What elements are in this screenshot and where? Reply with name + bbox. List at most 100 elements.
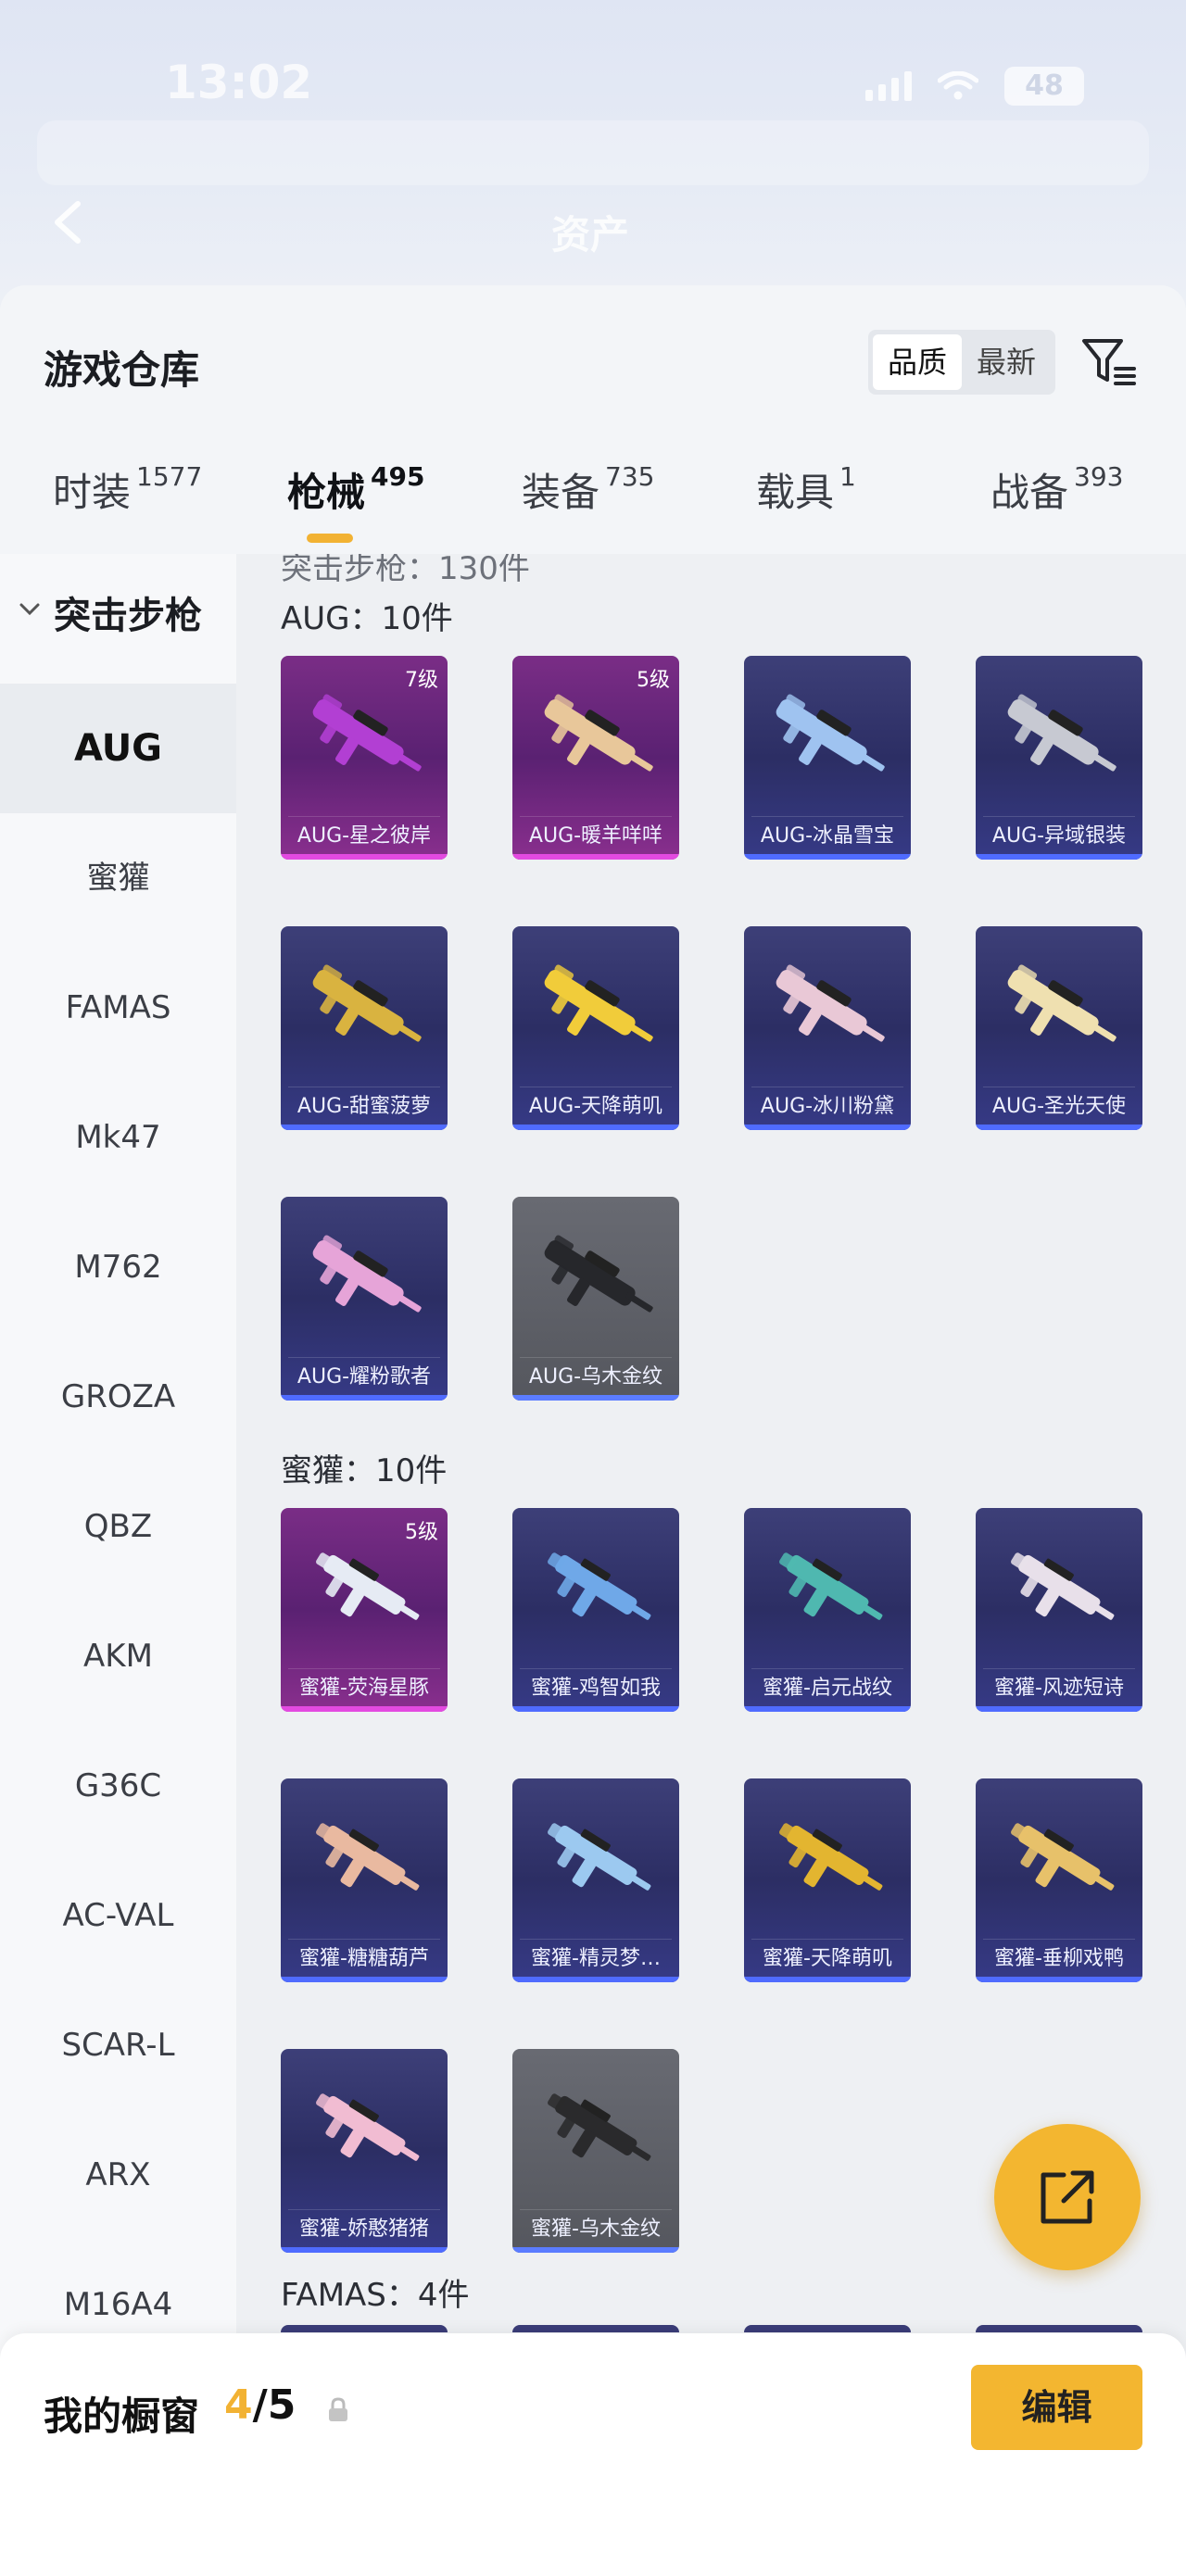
weapon-skin-card[interactable]: AUG-天降萌叽 (512, 926, 679, 1130)
weapon-skin-card[interactable]: AUG-乌木金纹 (512, 1197, 679, 1401)
skin-name: AUG-乌木金纹 (528, 1365, 663, 1389)
tab-count: 1 (839, 461, 856, 492)
weapon-skin-card[interactable]: 蜜獾-娇憨猪猪 (281, 2049, 448, 2253)
weapon-skin-card[interactable]: 蜜獾-鸡智如我 (512, 1508, 679, 1712)
rarity-bar (512, 2247, 679, 2253)
sort-quality-button[interactable]: 品质 (873, 334, 962, 390)
sidebar-item[interactable]: ARX (0, 2110, 236, 2240)
skin-name: 蜜獾-糖糖葫芦 (299, 1947, 429, 1970)
sheet-title: 游戏仓库 (44, 347, 200, 393)
skin-name: AUG-异域银装 (991, 824, 1127, 848)
weapon-skin-card[interactable]: 蜜獾-启元战纹 (744, 1508, 911, 1712)
blurred-toolbar (37, 120, 1149, 185)
signal-icon (865, 71, 912, 101)
card-divider (983, 1939, 1135, 1940)
sidebar-item[interactable]: QBZ (0, 1462, 236, 1591)
wifi-icon (938, 71, 978, 100)
weapon-skin-card[interactable]: AUG-冰川粉黛 (744, 926, 911, 1130)
tab-count: 495 (371, 461, 425, 492)
chevron-down-icon (19, 603, 40, 616)
tab-vehicles[interactable]: 载具 1 (756, 461, 856, 554)
skin-name: 蜜獾-风迹短诗 (994, 1677, 1124, 1700)
weapon-skin-card[interactable]: 5级 蜜獾-荧海星豚 (281, 1508, 448, 1712)
sidebar-item[interactable]: AKM (0, 1591, 236, 1721)
skin-name: 蜜獾-鸡智如我 (531, 1677, 661, 1700)
sidebar-item[interactable]: AC-VAL (0, 1851, 236, 1980)
weapon-skin-card[interactable]: 蜜獾-风迹短诗 (976, 1508, 1142, 1712)
tab-supplies[interactable]: 战备 393 (990, 461, 1123, 554)
tab-outfits[interactable]: 时装 1577 (53, 461, 202, 554)
edit-showcase-button[interactable]: 编辑 (971, 2365, 1142, 2450)
weapon-skin-card[interactable]: 蜜獾-垂柳戏鸭 (976, 1778, 1142, 1982)
status-icons: 48 (865, 67, 1084, 106)
smg-skin-icon (548, 1823, 651, 1891)
sidebar-item[interactable]: G36C (0, 1721, 236, 1851)
rarity-bar (281, 854, 448, 860)
smg-skin-icon (779, 1552, 883, 1620)
skin-name: AUG-天降萌叽 (528, 1095, 663, 1118)
sidebar-category-assault-rifles[interactable]: 突击步枪 (0, 554, 236, 684)
smg-skin-icon (316, 1552, 420, 1620)
card-partial (281, 2325, 448, 2332)
smg-skin-icon (1011, 1823, 1115, 1891)
card-divider (288, 1357, 440, 1358)
skin-name: 蜜獾-启元战纹 (763, 1677, 892, 1700)
weapon-skin-card[interactable]: 7级 AUG-星之彼岸 (281, 656, 448, 860)
sidebar-item[interactable]: SCAR-L (0, 1980, 236, 2110)
smg-skin-icon (1011, 1552, 1115, 1620)
weapon-skin-card[interactable]: AUG-耀粉歌者 (281, 1197, 448, 1401)
card-divider (288, 1939, 440, 1940)
smg-skin-icon (779, 1823, 883, 1891)
sort-toggle: 品质 最新 (868, 330, 1055, 395)
weapon-skin-card[interactable]: AUG-冰晶雪宝 (744, 656, 911, 860)
back-arrow-icon[interactable] (43, 195, 98, 250)
rarity-bar (281, 1706, 448, 1712)
weapon-skin-card[interactable]: 蜜獾-糖糖葫芦 (281, 1778, 448, 1982)
rifle-skin-icon (544, 1235, 653, 1313)
weapon-sidebar: 突击步枪 AUG 蜜獾 FAMAS Mk47 M762 GROZA QBZ AKM G36C AC… (0, 554, 236, 2576)
rarity-bar (744, 1125, 911, 1130)
card-divider (520, 1357, 672, 1358)
sidebar-item[interactable]: Mk47 (0, 1073, 236, 1202)
weapon-skin-card[interactable]: AUG-圣光天使 (976, 926, 1142, 1130)
skin-name: AUG-圣光天使 (991, 1095, 1127, 1118)
sidebar-item[interactable]: 蜜獾 (0, 813, 236, 943)
card-divider (520, 816, 672, 817)
rifle-skin-icon (544, 694, 653, 772)
skin-name: 蜜獾-精灵梦… (531, 1947, 661, 1970)
tab-equipment[interactable]: 装备 735 (522, 461, 654, 554)
rifle-skin-icon (1007, 964, 1117, 1042)
weapon-skin-card[interactable]: 5级 AUG-暖羊咩咩 (512, 656, 679, 860)
share-button[interactable] (994, 2124, 1141, 2270)
sidebar-item[interactable]: FAMAS (0, 943, 236, 1073)
card-divider (751, 816, 903, 817)
rifle-skin-icon (312, 694, 422, 772)
skin-name: 蜜獾-垂柳戏鸭 (994, 1947, 1124, 1970)
weapon-skin-card[interactable]: 蜜獾-精灵梦… (512, 1778, 679, 1982)
battery-icon: 48 (1004, 67, 1084, 106)
rarity-bar (744, 854, 911, 860)
sidebar-item[interactable]: AUG (0, 684, 236, 813)
weapon-skin-card[interactable]: 蜜獾-天降萌叽 (744, 1778, 911, 1982)
smg-skin-icon (548, 2093, 651, 2161)
rarity-bar (976, 1977, 1142, 1982)
weapon-skin-card[interactable]: AUG-甜蜜菠萝 (281, 926, 448, 1130)
skin-level-badge: 7级 (405, 669, 438, 692)
weapon-skin-card[interactable]: 蜜獾-乌木金纹 (512, 2049, 679, 2253)
rarity-bar (976, 1706, 1142, 1712)
weapon-grid: 突击步枪：130件 AUG：10件 蜜獾：10件 FAMAS：4件 7级 AUG-… (236, 554, 1186, 2576)
sort-latest-button[interactable]: 最新 (962, 334, 1051, 390)
filter-icon[interactable] (1079, 332, 1140, 393)
card-partial (976, 2325, 1142, 2332)
group-label-famas: FAMAS：4件 (281, 2277, 470, 2314)
sidebar-item[interactable]: M762 (0, 1202, 236, 1332)
card-divider (520, 1668, 672, 1669)
skin-name: AUG-星之彼岸 (296, 824, 432, 848)
weapon-skin-card[interactable]: AUG-异域银装 (976, 656, 1142, 860)
card-divider (751, 1939, 903, 1940)
showcase-count: 4/5 (224, 2381, 296, 2429)
card-divider (520, 2209, 672, 2210)
sidebar-item[interactable]: GROZA (0, 1332, 236, 1462)
skin-name: AUG-甜蜜菠萝 (296, 1095, 432, 1118)
tab-count: 1577 (136, 461, 203, 492)
